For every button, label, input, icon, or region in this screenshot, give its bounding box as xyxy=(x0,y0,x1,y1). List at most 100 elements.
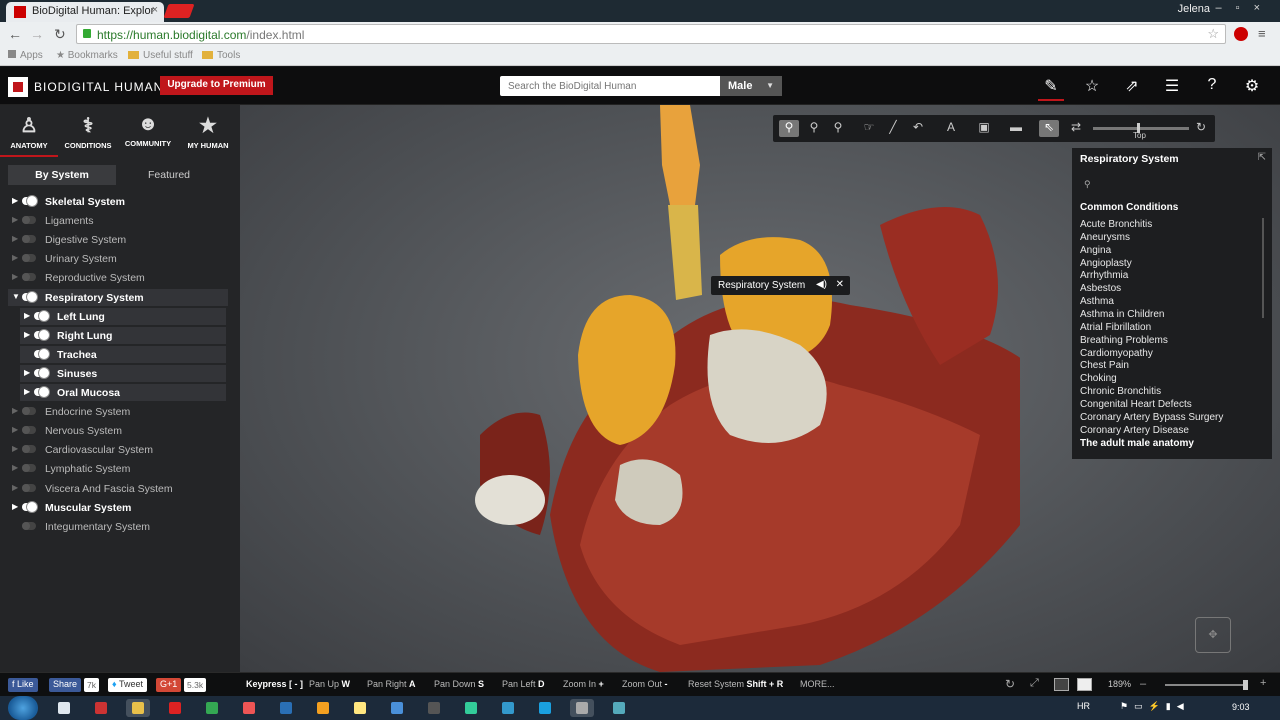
checklist-icon[interactable]: ☰ xyxy=(1161,76,1183,96)
system-item[interactable]: ▶ Skeletal System xyxy=(8,193,228,210)
condition-link[interactable]: Chronic Bronchitis xyxy=(1080,386,1161,397)
system-item[interactable]: ▶ Right Lung xyxy=(20,326,226,344)
text-icon[interactable]: A xyxy=(941,120,961,137)
firefox-icon[interactable] xyxy=(311,699,335,717)
upgrade-button[interactable]: Upgrade to Premium xyxy=(160,76,273,95)
chevron-right-icon[interactable]: ▶ xyxy=(12,234,18,243)
search-input[interactable] xyxy=(500,76,720,96)
gplus-button[interactable]: G+1 xyxy=(156,678,182,692)
scrollbar[interactable] xyxy=(1262,218,1264,318)
folder-icon[interactable] xyxy=(126,699,150,717)
chevron-right-icon[interactable]: ▶ xyxy=(12,196,18,205)
speaker-icon[interactable]: ◀) xyxy=(816,279,827,290)
app-icon[interactable] xyxy=(385,699,409,717)
system-item[interactable]: ▶ Urinary System xyxy=(8,250,228,267)
visibility-toggle[interactable] xyxy=(22,235,36,244)
system-item[interactable]: ▶ Sinuses xyxy=(20,364,226,382)
system-item[interactable]: ▶ Left Lung xyxy=(20,307,226,325)
language-indicator[interactable]: HR xyxy=(1077,701,1090,711)
close-tab-icon[interactable]: × xyxy=(152,4,158,16)
steam-icon[interactable] xyxy=(274,699,298,717)
visibility-toggle[interactable] xyxy=(34,387,49,397)
more-link[interactable]: MORE... xyxy=(800,679,835,689)
fb-like-button[interactable]: f Like xyxy=(8,678,38,692)
bookmark-tools[interactable]: Tools xyxy=(202,50,240,61)
anatomy-model[interactable] xyxy=(420,105,1020,672)
visibility-toggle[interactable] xyxy=(22,464,36,473)
system-item[interactable]: ▶ Cardiovascular System xyxy=(8,441,228,458)
condition-link[interactable]: Asthma in Children xyxy=(1080,309,1164,320)
zoom-knob[interactable] xyxy=(1243,680,1248,690)
lungs-outline-icon[interactable]: ⚲ xyxy=(828,120,848,137)
bookmark-useful-stuff[interactable]: Useful stuff xyxy=(128,50,193,61)
condition-link[interactable]: Angina xyxy=(1080,245,1111,256)
chevron-right-icon[interactable]: ▶ xyxy=(12,425,18,434)
chrome-icon[interactable] xyxy=(570,699,594,717)
fb-share-button[interactable]: Share xyxy=(49,678,82,692)
notes-icon[interactable] xyxy=(348,699,372,717)
start-button[interactable] xyxy=(8,696,38,720)
chevron-down-icon[interactable]: ▼ xyxy=(12,292,20,301)
system-item[interactable]: ▶ Ligaments xyxy=(8,212,228,229)
chevron-right-icon[interactable]: ▶ xyxy=(12,272,18,281)
extension-icon[interactable] xyxy=(1234,27,1248,41)
visibility-toggle[interactable] xyxy=(22,445,36,454)
bookmark-star-icon[interactable]: ☆ xyxy=(1207,26,1219,42)
visibility-toggle[interactable] xyxy=(22,216,36,225)
refresh-icon[interactable]: ↻ xyxy=(1191,120,1211,137)
app-icon[interactable] xyxy=(237,699,261,717)
chevron-right-icon[interactable]: ▶ xyxy=(24,387,30,396)
menu-icon[interactable]: ≡ xyxy=(1258,26,1266,41)
navigation-pad-icon[interactable]: ✥ xyxy=(1195,617,1231,653)
lungs-icon[interactable]: ⚲ xyxy=(779,120,799,137)
app-icon[interactable] xyxy=(496,699,520,717)
visibility-toggle[interactable] xyxy=(22,291,37,302)
reset-icon[interactable]: ↻ xyxy=(1005,677,1015,691)
condition-link[interactable]: Acute Bronchitis xyxy=(1080,219,1152,230)
visibility-toggle[interactable] xyxy=(22,521,36,530)
chrome-icon[interactable] xyxy=(200,699,224,717)
help-icon[interactable]: ? xyxy=(1201,76,1223,96)
clock[interactable]: 9:03 xyxy=(1232,702,1250,712)
chevron-right-icon[interactable]: ▶ xyxy=(24,311,30,320)
fullscreen-icon[interactable]: ⤢ xyxy=(1030,677,1039,690)
condition-link[interactable]: Coronary Artery Bypass Surgery xyxy=(1080,412,1223,423)
tab-by-system[interactable]: By System xyxy=(8,165,116,185)
rotate-icon[interactable]: ⇄ xyxy=(1066,120,1086,137)
system-item[interactable]: Trachea xyxy=(20,345,226,363)
zoom-out-icon[interactable]: – xyxy=(1140,678,1146,690)
back-icon[interactable]: ← xyxy=(8,26,22,42)
condition-link[interactable]: Atrial Fibrillation xyxy=(1080,322,1151,333)
chevron-right-icon[interactable]: ▶ xyxy=(12,463,18,472)
chevron-right-icon[interactable]: ▶ xyxy=(12,215,18,224)
app-icon[interactable] xyxy=(607,699,631,717)
condition-link[interactable]: Aneurysms xyxy=(1080,232,1130,243)
lungs-outline-icon[interactable]: ⚲ xyxy=(804,120,824,137)
view-slider[interactable] xyxy=(1093,123,1189,133)
star-icon[interactable]: ☆ xyxy=(1081,76,1103,96)
browser-tab[interactable]: BioDigital Human: Explor × xyxy=(6,2,164,22)
pencil-icon[interactable]: ✎ xyxy=(1040,76,1062,96)
condition-link[interactable]: Arrhythmia xyxy=(1080,270,1128,281)
system-item[interactable]: Integumentary System xyxy=(8,518,228,535)
condition-link[interactable]: Cardiomyopathy xyxy=(1080,348,1153,359)
tab-my-human[interactable]: ★ MY HUMAN xyxy=(179,105,237,157)
skype-icon[interactable] xyxy=(533,699,557,717)
layout-split-icon[interactable] xyxy=(1077,678,1092,691)
new-tab-button[interactable] xyxy=(163,4,195,18)
condition-link[interactable]: Coronary Artery Disease xyxy=(1080,425,1189,436)
gear-icon[interactable]: ⚙ xyxy=(1241,76,1263,96)
opera-icon[interactable] xyxy=(163,699,187,717)
reload-icon[interactable]: ↻ xyxy=(54,26,66,43)
share-icon[interactable]: ⇗ xyxy=(1121,76,1143,96)
system-item[interactable]: ▶ Lymphatic System xyxy=(8,460,228,477)
system-item[interactable]: ▶ Muscular System xyxy=(8,499,228,516)
screen-icon[interactable]: ▬ xyxy=(1006,120,1026,137)
visibility-toggle[interactable] xyxy=(22,426,36,435)
bookmark-bookmarks[interactable]: ★ Bookmarks xyxy=(56,50,118,61)
chevron-right-icon[interactable]: ▶ xyxy=(12,502,18,511)
tab-featured[interactable]: Featured xyxy=(128,165,210,185)
system-item[interactable]: ▶ Oral Mucosa xyxy=(20,384,226,401)
condition-link[interactable]: Congenital Heart Defects xyxy=(1080,399,1192,410)
zoom-slider[interactable] xyxy=(1165,680,1248,690)
